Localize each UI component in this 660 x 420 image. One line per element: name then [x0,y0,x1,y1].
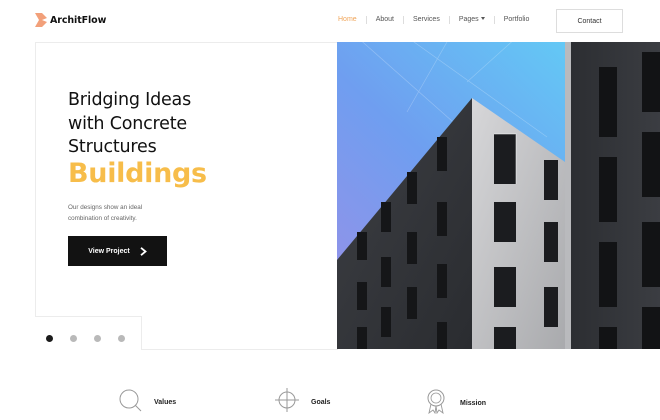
nav-item-services[interactable]: Services [402,16,449,24]
crosshair-icon [275,388,299,417]
nav-item-about[interactable]: About [365,16,403,24]
view-project-button[interactable]: View Project [68,236,167,266]
nav-item-home[interactable]: Home [338,16,366,24]
contact-button[interactable]: Contact [556,9,623,33]
slider-pagination-panel [35,316,142,350]
slider-dot-1[interactable] [46,335,53,342]
chevron-right-icon [140,246,147,256]
nav-item-portfolio[interactable]: Portfolio [493,16,539,24]
feature-values: Values [118,388,176,417]
hero-divider [142,349,338,350]
feature-label-goals: Goals [311,399,331,406]
magnifier-icon [118,388,142,417]
hero-description: Our designs show an ideal combination of… [68,203,188,224]
slider-dots [46,335,125,342]
slider-dot-4[interactable] [118,335,125,342]
feature-label-values: Values [154,399,177,406]
main-nav: Home About Services Pages Portfolio [338,16,538,24]
description-line-1: Our designs show an ideal [68,204,143,211]
description-line-2: combination of creativity. [68,214,137,222]
hero-building-image [337,42,660,349]
feature-label-mission: Mission [460,400,487,407]
award-ribbon-icon [424,388,448,419]
feature-mission: Mission [424,388,486,419]
hero-headline: Bridging Ideas with Concrete Structures [68,89,191,160]
slider-dot-3[interactable] [94,335,101,342]
headline-line-1: Bridging Ideas [68,90,191,110]
headline-accent: Buildings [68,158,207,189]
site-header: ArchitFlow Home About Services Pages Por… [0,0,660,42]
nav-item-pages[interactable]: Pages [448,16,494,24]
headline-line-2: with Concrete [68,113,187,134]
logo-mark-icon [35,13,47,27]
feature-goals: Goals [275,388,330,417]
chevron-down-icon [480,17,485,20]
headline-line-3: Structures [68,137,157,157]
brand-logo[interactable]: ArchitFlow [35,13,106,27]
slider-dot-2[interactable] [70,335,77,342]
brand-name: ArchitFlow [50,14,107,26]
nav-item-pages-label: Pages [458,16,479,23]
view-project-label: View Project [88,247,130,255]
